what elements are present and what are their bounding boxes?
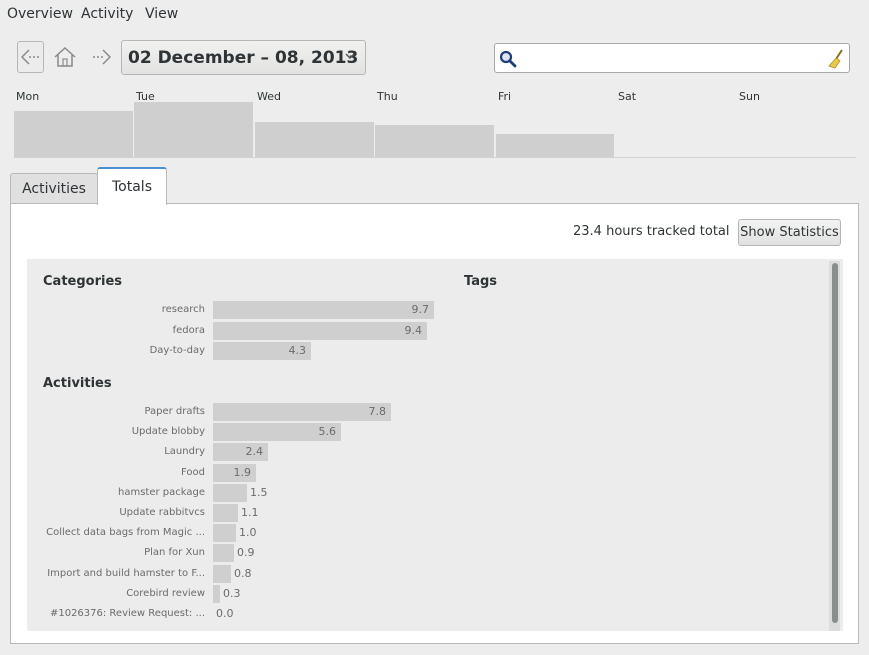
total-bar (213, 565, 231, 583)
total-row-label: Paper drafts (144, 406, 205, 417)
total-row-label: Update rabbitvcs (119, 507, 205, 518)
tab-activities[interactable]: Activities (10, 173, 98, 204)
total-value: 4.3 (288, 344, 307, 357)
total-value: 0.3 (223, 587, 241, 600)
total-row-label: Corebird review (126, 588, 205, 599)
total-row-label: Day-to-day (149, 345, 205, 356)
total-row-label: fedora (172, 324, 205, 336)
home-icon (53, 46, 76, 67)
scrollbar-thumb[interactable] (832, 263, 838, 623)
total-value: 0.9 (237, 546, 255, 559)
total-value: 2.4 (245, 445, 264, 458)
total-bar (213, 321, 427, 340)
day-bar-thu[interactable] (375, 125, 494, 157)
total-value: 5.6 (318, 425, 337, 438)
tracked-total-text: 23.4 hours tracked total (573, 224, 730, 239)
day-bar-tue[interactable] (134, 102, 253, 157)
menu-view[interactable]: View (145, 6, 178, 22)
search-icon (499, 50, 517, 68)
total-bar (213, 524, 236, 542)
total-row-label: Update blobby (131, 426, 205, 437)
date-range-button[interactable]: 02 December – 08, 2013 (121, 40, 366, 75)
total-row-label: Food (181, 467, 205, 478)
day-label-fri: Fri (498, 90, 512, 103)
total-value: 1.9 (233, 466, 252, 479)
activities-title: Activities (43, 376, 112, 391)
next-week-button[interactable] (88, 41, 115, 73)
week-chart-baseline (14, 157, 856, 158)
total-bar (213, 504, 238, 522)
categories-title: Categories (43, 274, 123, 289)
tags-title: Tags (464, 274, 498, 289)
clear-search-icon[interactable] (827, 49, 845, 69)
total-bar (213, 484, 247, 502)
total-row-label: Import and build hamster to F... (47, 568, 205, 579)
total-value: 9.4 (404, 323, 423, 337)
total-value: 1.5 (250, 486, 268, 499)
total-value: 7.8 (368, 405, 387, 418)
total-value: 1.0 (239, 526, 257, 539)
tab-activities-label: Activities (22, 181, 86, 197)
search-box[interactable] (494, 43, 850, 73)
total-value: 9.7 (411, 303, 430, 316)
arrow-left-icon (21, 49, 39, 65)
total-value: 1.1 (241, 506, 259, 519)
day-label-sat: Sat (618, 90, 637, 103)
total-bar (213, 301, 434, 319)
tab-totals[interactable]: Totals (97, 167, 167, 205)
menu-overview[interactable]: Overview (7, 6, 73, 22)
total-value: 0.0 (216, 607, 234, 620)
total-row-label: #1026376: Review Request: ... (49, 608, 205, 619)
day-bar-fri[interactable] (496, 134, 614, 157)
menu-activity[interactable]: Activity (81, 6, 133, 22)
day-bar-mon[interactable] (14, 111, 133, 157)
total-row-label: Collect data bags from Magic ... (46, 527, 205, 538)
day-label-wed: Wed (257, 90, 281, 103)
previous-week-button[interactable] (17, 41, 44, 73)
total-bar (213, 585, 220, 603)
show-statistics-button[interactable]: Show Statistics (738, 219, 841, 246)
home-button[interactable] (51, 41, 78, 73)
arrow-right-icon (93, 49, 111, 65)
tab-totals-label: Totals (112, 179, 152, 195)
chevron-down-icon (345, 53, 355, 60)
menubar: Overview Activity View (0, 0, 869, 28)
total-row-label: Plan for Xun (144, 547, 205, 558)
total-bar (213, 544, 234, 562)
total-row-label: hamster package (118, 487, 205, 498)
total-bar (213, 403, 391, 421)
search-input[interactable] (521, 47, 825, 71)
day-label-thu: Thu (377, 90, 398, 103)
date-range-label: 02 December – 08, 2013 (128, 47, 359, 68)
total-row-label: Laundry (164, 446, 205, 457)
total-row-label: research (161, 304, 205, 315)
day-label-sun: Sun (739, 90, 760, 103)
day-label-mon: Mon (16, 90, 40, 103)
day-bar-wed[interactable] (255, 122, 374, 157)
total-value: 0.8 (234, 567, 252, 580)
